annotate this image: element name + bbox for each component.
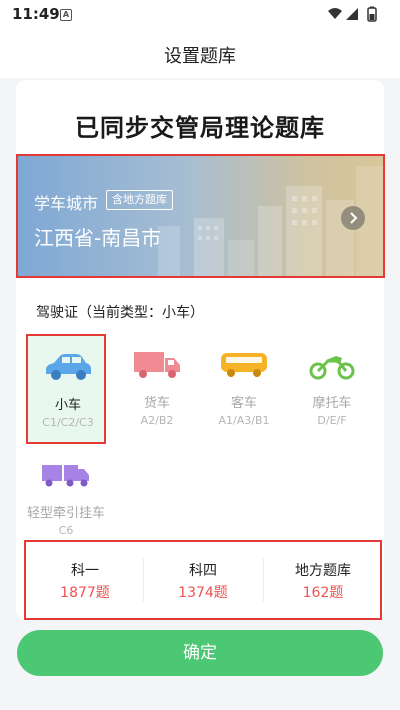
vehicle-code: D/E/F <box>317 414 347 427</box>
stat-name: 科一 <box>71 563 99 579</box>
selected-city: 江西省-南昌市 <box>34 226 162 250</box>
vehicle-name: 轻型牵引挂车 <box>26 506 105 521</box>
local-bank-badge: 含地方题库 <box>106 190 173 210</box>
city-banner[interactable]: 学车城市 含地方题库 江西省-南昌市 <box>16 154 385 278</box>
stat-subject-four: 科四 1374题 <box>144 542 262 618</box>
wifi-signal-battery-icon <box>328 6 377 22</box>
city-skyline-image <box>158 166 383 276</box>
vehicle-code: C1/C2/C3 <box>42 416 94 429</box>
vehicle-name: 货车 <box>143 396 170 411</box>
headline: 已同步交管局理论题库 <box>75 114 325 142</box>
motorcycle-icon <box>309 356 355 380</box>
nav-bar: 设置题库 <box>0 30 400 78</box>
truck-icon <box>134 352 180 378</box>
notification-icon: A <box>60 9 72 21</box>
stat-count: 1374题 <box>178 585 228 601</box>
bus-icon <box>221 353 267 377</box>
status-time: 11:49 <box>12 5 60 23</box>
vehicle-name: 摩托车 <box>312 396 352 411</box>
stat-name: 科四 <box>189 563 217 579</box>
status-bar: 11:49 A <box>0 0 400 30</box>
stat-name: 地方题库 <box>295 563 351 579</box>
stat-count: 162题 <box>302 585 344 601</box>
vehicle-code: A1/A3/B1 <box>218 414 270 427</box>
stat-subject-one: 科一 1877题 <box>26 542 144 618</box>
vehicle-code: C6 <box>58 524 74 537</box>
question-bank-stats: 科一 1877题 科四 1374题 地方题库 162题 <box>24 540 382 620</box>
stat-count: 1877题 <box>60 585 110 601</box>
page-title: 设置题库 <box>164 46 236 67</box>
chevron-right-icon[interactable] <box>341 206 365 230</box>
stat-local-bank: 地方题库 162题 <box>264 542 382 618</box>
confirm-button[interactable]: 确定 <box>17 630 383 676</box>
vehicle-code: A2/B2 <box>140 414 174 427</box>
vehicle-name: 客车 <box>230 396 257 411</box>
status-icons <box>326 6 386 28</box>
vehicle-name: 小车 <box>54 398 81 413</box>
trailer-icon <box>42 465 89 487</box>
vehicle-option-car[interactable]: 小车 C1/C2/C3 <box>26 334 106 444</box>
license-type-title: 驾驶证（当前类型：小车） <box>36 305 204 321</box>
car-icon <box>46 354 91 380</box>
banner-label: 学车城市 <box>34 194 99 213</box>
